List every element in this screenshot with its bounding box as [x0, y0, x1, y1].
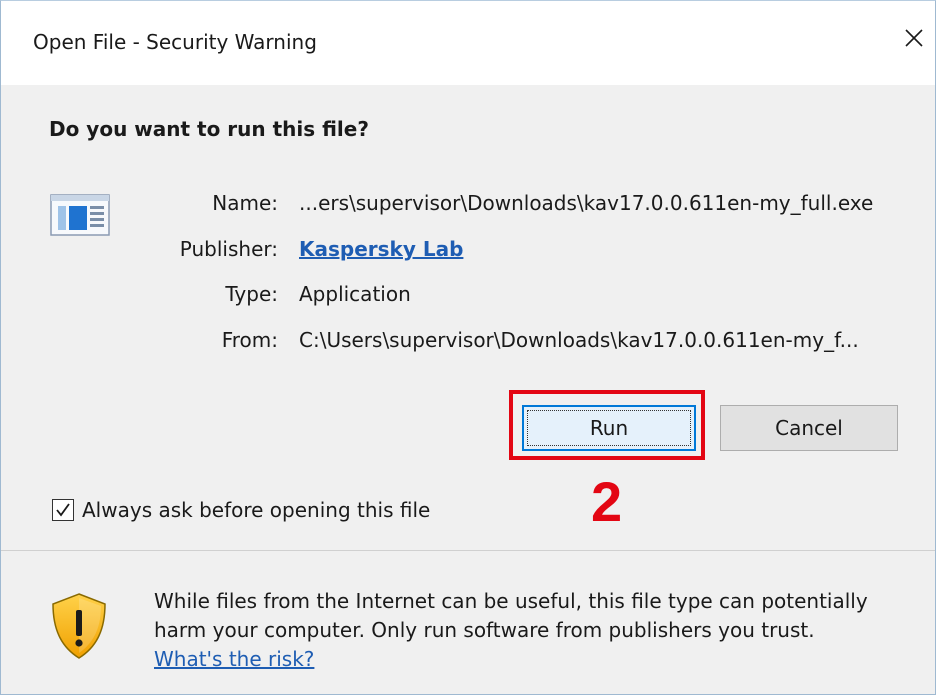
- warning-text: While files from the Internet can be use…: [154, 589, 868, 642]
- focus-ring: [527, 410, 691, 446]
- close-icon[interactable]: [899, 23, 929, 53]
- name-label: Name:: [212, 191, 278, 215]
- from-label: From:: [221, 328, 278, 352]
- window-title: Open File - Security Warning: [33, 30, 317, 54]
- shield-warning-icon: [49, 592, 109, 664]
- type-label: Type:: [225, 282, 278, 306]
- publisher-label: Publisher:: [179, 237, 278, 261]
- prompt-question: Do you want to run this file?: [49, 117, 369, 141]
- always-ask-checkbox[interactable]: [52, 499, 74, 521]
- security-warning-dialog: Open File - Security Warning Do you want…: [0, 0, 936, 695]
- cancel-button[interactable]: Cancel: [720, 405, 898, 451]
- always-ask-label[interactable]: Always ask before opening this file: [82, 498, 430, 522]
- from-value: C:\Users\supervisor\Downloads\kav17.0.0.…: [299, 328, 859, 352]
- title-bar: Open File - Security Warning: [1, 1, 935, 85]
- publisher-link[interactable]: Kaspersky Lab: [299, 237, 463, 261]
- name-value: ...ers\supervisor\Downloads\kav17.0.0.61…: [299, 191, 874, 215]
- step-number-annotation: 2: [591, 470, 623, 533]
- run-button[interactable]: Run: [522, 405, 696, 451]
- type-value: Application: [299, 282, 411, 306]
- application-file-icon: [50, 194, 110, 240]
- whats-the-risk-link[interactable]: What's the risk?: [154, 647, 314, 671]
